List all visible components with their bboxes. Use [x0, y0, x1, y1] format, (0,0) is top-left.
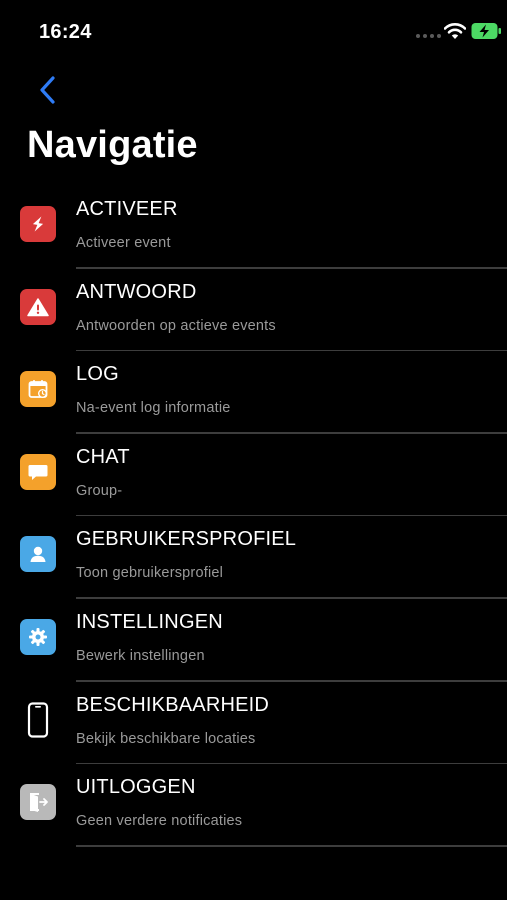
menu-item-subtitle: Toon gebruikersprofiel [76, 565, 224, 582]
status-time: 16:24 [39, 21, 92, 43]
logout-icon [20, 784, 56, 821]
menu-item-activeer[interactable]: ACTIVEER Activeer event [0, 186, 507, 269]
cellular-signal-icon [416, 34, 441, 38]
wifi-icon [444, 23, 466, 39]
menu-item-title: UITLOGGEN [76, 776, 196, 799]
divider [76, 845, 507, 847]
gear-icon [20, 618, 56, 655]
menu-item-log[interactable]: LOG Na-event log informatie [0, 351, 507, 434]
phone-icon [20, 701, 56, 738]
chat-icon [20, 453, 56, 490]
menu-item-subtitle: Antwoorden op actieve events [76, 317, 276, 334]
menu-item-antwoord[interactable]: ANTWOORD Antwoorden op actieve events [0, 269, 507, 352]
menu-item-title: ANTWOORD [76, 280, 197, 303]
menu-item-title: ACTIVEER [76, 198, 178, 220]
menu-item-subtitle: Bekijk beschikbare locaties [76, 730, 256, 747]
back-chevron-icon[interactable] [36, 74, 62, 106]
navigation-menu: ACTIVEER Activeer event ANTWOORD Antwoor… [0, 186, 507, 847]
bolt-icon [20, 206, 56, 242]
calendar-icon [20, 371, 56, 408]
menu-item-subtitle: Geen verdere notificaties [76, 813, 243, 830]
menu-item-title: CHAT [76, 445, 130, 468]
menu-item-subtitle: Na-event log informatie [76, 400, 231, 417]
menu-item-uitloggen[interactable]: UITLOGGEN Geen verdere notificaties [0, 764, 507, 847]
warning-icon [20, 288, 56, 325]
menu-item-subtitle: Bewerk instellingen [76, 647, 205, 664]
menu-item-chat[interactable]: CHAT Group- [0, 434, 507, 517]
person-icon [20, 536, 56, 573]
battery-charging-icon [471, 23, 501, 39]
menu-item-gebruikersprofiel[interactable]: GEBRUIKERSPROFIEL Toon gebruikersprofiel [0, 516, 507, 599]
menu-item-beschikbaarheid[interactable]: BESCHIKBAARHEID Bekijk beschikbare locat… [0, 682, 507, 765]
menu-item-subtitle: Activeer event [76, 235, 171, 251]
menu-item-title: INSTELLINGEN [76, 610, 223, 633]
menu-item-subtitle: Group- [76, 482, 123, 499]
menu-item-title: LOG [76, 363, 119, 386]
status-bar: 16:24 [0, 0, 507, 60]
menu-item-title: BESCHIKBAARHEID [76, 693, 270, 716]
page-title: Navigatie [27, 124, 198, 166]
menu-item-instellingen[interactable]: INSTELLINGEN Bewerk instellingen [0, 599, 507, 682]
menu-item-title: GEBRUIKERSPROFIEL [76, 528, 297, 551]
